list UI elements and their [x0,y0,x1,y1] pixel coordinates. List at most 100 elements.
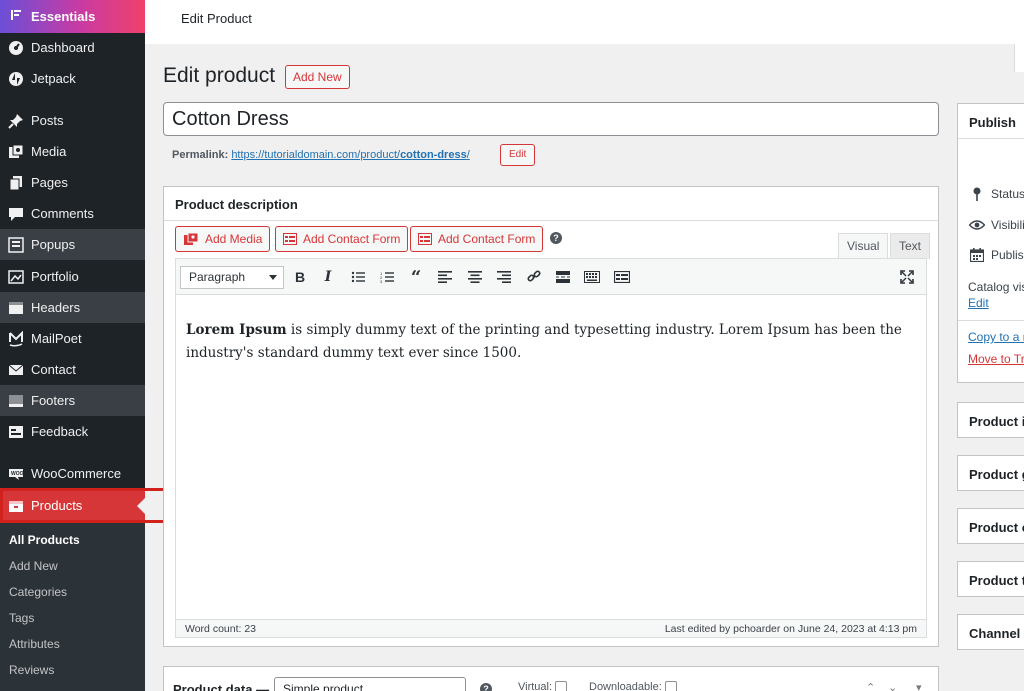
product-type-select[interactable]: Simple product ⌄ [274,677,466,691]
align-center-icon[interactable] [465,267,485,287]
product-panel-2[interactable]: Product g [957,455,1024,491]
svg-text:WOO: WOO [11,471,24,477]
mail-icon [7,362,25,378]
product-panel-3[interactable]: Product c [957,508,1024,544]
virtual-checkbox[interactable]: Virtual: [518,681,568,691]
move-down-icon[interactable]: ⌄ [888,681,897,691]
submenu-categories[interactable]: Categories [9,585,67,599]
tab-text[interactable]: Text [890,233,931,259]
numbered-list-icon[interactable]: 123 [377,267,397,287]
essentials-icon [8,9,24,24]
svg-text:3: 3 [380,279,383,283]
link-icon[interactable] [524,267,544,287]
italic-icon[interactable]: I [318,267,338,287]
permalink-slug: cotton-dress [400,149,467,161]
sidebar-item-label: Posts [31,113,64,128]
sidebar-item-label: Contact [31,362,76,377]
downloadable-checkbox[interactable]: Downloadable: [589,681,677,691]
add-contact-form-button-2[interactable]: Add Contact Form [410,226,544,252]
panel-heading: Product t [969,573,1024,588]
published-label: Publish [991,248,1024,262]
sidebar-item-footers[interactable]: Footers [0,385,145,416]
sidebar-item-label: Jetpack [31,71,76,86]
align-right-icon[interactable] [494,267,514,287]
move-up-icon[interactable]: ⌃ [866,681,875,691]
sidebar-item-label: WooCommerce [31,466,122,481]
contact-form-icon[interactable] [612,267,632,287]
submenu-reviews[interactable]: Reviews [9,663,54,677]
help-icon[interactable]: ? [480,683,492,691]
read-more-icon[interactable] [553,267,573,287]
sidebar-item-label: Feedback [31,424,89,439]
highlight-box [0,488,166,523]
blockquote-icon[interactable]: “ [406,267,426,288]
sidebar-item-essentials[interactable]: Essentials [0,0,145,33]
sidebar-item-dashboard[interactable]: Dashboard [0,32,145,63]
woocommerce-icon: WOO [7,466,25,482]
align-left-icon[interactable] [435,267,455,287]
permalink-link[interactable]: https://tutorialdomain.com/product/cotto… [231,149,469,161]
visibility-row: Visibili [969,218,1024,232]
product-data-box: Product data — Simple product ⌄ ? Virtua… [163,666,939,691]
permalink-edit-button[interactable]: Edit [500,144,536,166]
sidebar-item-label: Popups [31,237,76,252]
sidebar-item-headers[interactable]: Headers [0,292,145,323]
product-title-input[interactable]: Cotton Dress [163,102,939,136]
sidebar-item-label: Headers [31,300,81,315]
submenu-add-new[interactable]: Add New [9,559,58,573]
toolbar-toggle-icon[interactable] [582,267,602,287]
checkbox-box [664,681,677,691]
sidebar-item-jetpack[interactable]: Jetpack [0,63,145,94]
eye-icon [969,220,985,230]
checkbox-box [555,681,568,691]
product-panel-4[interactable]: Product t [957,561,1024,597]
help-icon[interactable]: ? [550,232,562,244]
editor-content[interactable]: Lorem Ipsum is simply dummy text of the … [186,319,916,365]
add-media-label: Add Media [205,232,263,246]
add-contact-form-button[interactable]: Add Contact Form [275,226,409,252]
sidebar-item-popups[interactable]: Popups [0,229,145,260]
sidebar-item-woocommerce[interactable]: WOO WooCommerce [0,458,145,489]
catalog-visibility-label: Catalog vis [968,280,1024,294]
sidebar-item-media[interactable]: Media [0,136,145,167]
copy-to-draft-link[interactable]: Copy to a n [968,330,1024,344]
paragraph-format-select[interactable]: Paragraph [180,266,284,289]
sidebar-item-posts[interactable]: Posts [0,105,145,136]
fullscreen-icon[interactable] [897,267,917,287]
permalink: Permalink: https://tutorialdomain.com/pr… [172,149,470,161]
sidebar-item-feedback[interactable]: Feedback [0,416,145,447]
sidebar-item-portfolio[interactable]: Portfolio [0,261,145,292]
popups-icon [7,236,25,253]
bullet-list-icon[interactable] [348,267,368,287]
product-panel-5[interactable]: Channel v [957,614,1024,650]
editor-area: Paragraph B I 123 “ Lorem Ipsum is simpl… [175,258,927,638]
media-icon [183,232,199,246]
published-row: Publish [969,248,1024,262]
submenu-attributes[interactable]: Attributes [9,637,60,651]
move-to-trash-link[interactable]: Move to Tr [968,352,1024,366]
format-value: Paragraph [189,270,246,284]
tab-visual[interactable]: Visual [838,233,889,259]
sidebar-item-label: Media [31,144,67,159]
submenu-all-products[interactable]: All Products [9,533,80,547]
sidebar-item-contact[interactable]: Contact [0,354,145,385]
sidebar-item-mailpoet[interactable]: MailPoet [0,323,145,354]
panel-heading: Channel v [969,626,1024,641]
bold-icon[interactable]: B [290,267,310,287]
catalog-edit-link[interactable]: Edit [968,296,989,310]
add-media-button[interactable]: Add Media [175,226,271,252]
last-edited: Last edited by pchoarder on June 24, 202… [664,623,917,635]
sidebar-item-comments[interactable]: Comments [0,198,145,229]
top-bar: Edit Product [145,0,1024,72]
publish-panel: Publish Status: Visibili Publish Catalog… [957,103,1024,383]
sidebar-item-label: Pages [31,175,68,190]
toggle-panel-icon[interactable]: ▾ [916,681,922,691]
calendar-icon [969,248,985,262]
topbar-title: Edit Product [181,11,252,26]
status-row: Status: [969,187,1024,201]
add-new-button[interactable]: Add New [285,65,350,89]
submenu-tags[interactable]: Tags [9,611,34,625]
sidebar-item-pages[interactable]: Pages [0,167,145,198]
mailpoet-icon [7,330,25,347]
product-panel-1[interactable]: Product in [957,402,1024,438]
